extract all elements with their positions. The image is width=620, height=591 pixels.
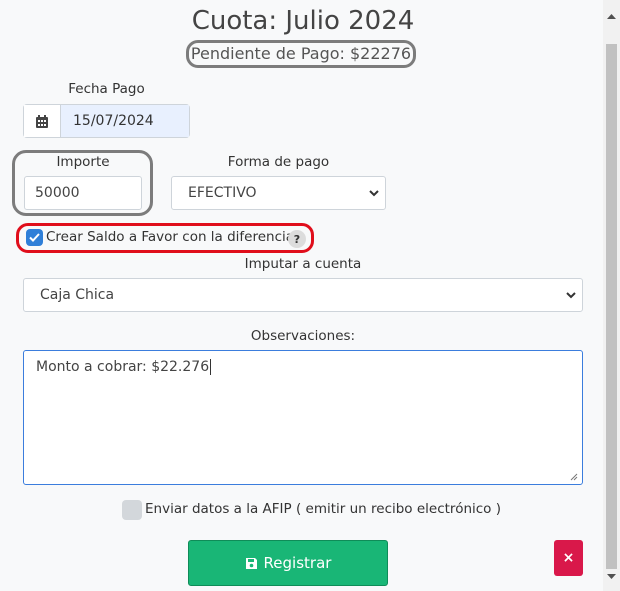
afip-checkbox[interactable]: [122, 500, 142, 520]
scroll-up-icon[interactable]: [607, 14, 616, 19]
forma-pago-label: Forma de pago: [227, 154, 330, 170]
forma-pago-value: EFECTIVO: [188, 185, 257, 201]
saldo-favor-label[interactable]: Crear Saldo a Favor con la diferencia: [46, 229, 294, 245]
register-label: Registrar: [263, 554, 332, 572]
forma-pago-select[interactable]: EFECTIVO: [171, 176, 386, 210]
close-button[interactable]: ×: [554, 540, 583, 576]
calendar-icon[interactable]: [24, 105, 61, 137]
help-icon[interactable]: ?: [288, 230, 306, 248]
cuenta-label: Imputar a cuenta: [244, 256, 362, 272]
fecha-pago-label: Fecha Pago: [68, 81, 145, 97]
importe-input[interactable]: 50000: [24, 176, 142, 210]
afip-label[interactable]: Enviar datos a la AFIP ( emitir un recib…: [145, 501, 501, 517]
observaciones-label: Observaciones:: [250, 328, 356, 344]
scrollbar-thumb[interactable]: [606, 44, 617, 569]
save-icon: [245, 557, 257, 569]
chevron-down-icon: [369, 189, 379, 196]
pending-payment-badge: Pendiente de Pago: $22276: [186, 40, 416, 68]
fecha-pago-field[interactable]: 15/07/2024: [23, 104, 190, 138]
resize-handle-icon[interactable]: [570, 473, 578, 481]
modal-title: Cuota: Julio 2024: [191, 6, 415, 36]
importe-label: Importe: [56, 154, 110, 170]
cuenta-value: Caja Chica: [40, 287, 115, 303]
scroll-down-icon[interactable]: [607, 574, 616, 579]
checkmark-icon: [29, 233, 40, 242]
saldo-favor-checkbox[interactable]: [26, 229, 43, 246]
cuenta-select[interactable]: Caja Chica: [23, 278, 583, 312]
observaciones-textarea[interactable]: Monto a cobrar: $22.276: [23, 350, 583, 485]
fecha-pago-input[interactable]: 15/07/2024: [61, 105, 189, 137]
observaciones-text: Monto a cobrar: $22.276: [36, 359, 210, 375]
chevron-down-icon: [566, 291, 576, 298]
register-button[interactable]: Registrar: [188, 540, 388, 586]
